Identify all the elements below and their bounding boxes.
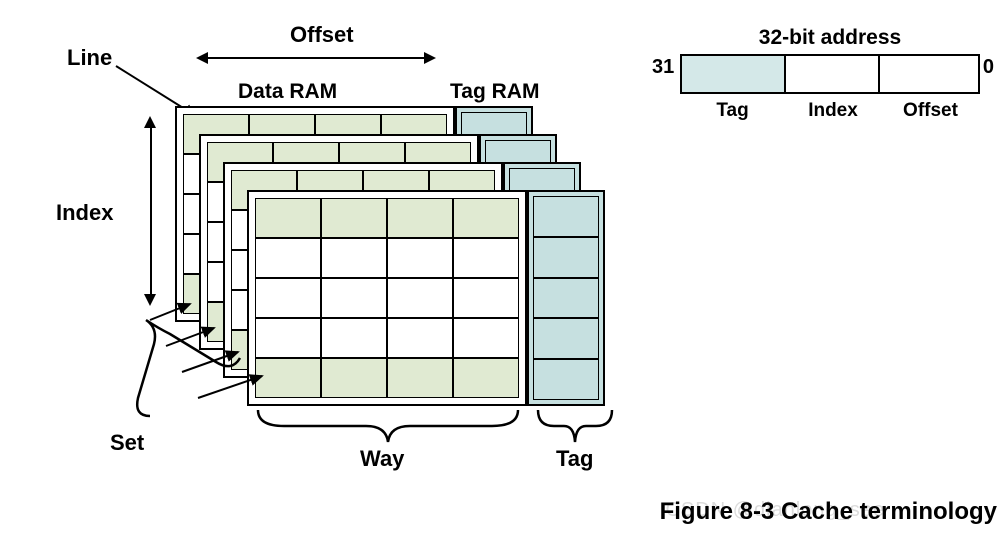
address-lsb: 0: [983, 56, 994, 79]
tag-brace: [530, 404, 620, 450]
offset-arrow-line: [206, 57, 426, 59]
tag-label: Tag: [556, 446, 593, 472]
offset-arrow-head-right: [424, 52, 436, 64]
index-arrow-head-up: [144, 116, 156, 128]
way-brace: [248, 404, 528, 450]
address-label-tag: Tag: [680, 100, 785, 122]
address-fields-row: [680, 54, 980, 94]
address-field-offset: [880, 56, 978, 92]
address-label-index: Index: [785, 100, 881, 122]
index-label: Index: [56, 200, 113, 226]
data-ram-label: Data RAM: [238, 80, 337, 104]
figure-caption: Figure 8-3 Cache terminology: [660, 498, 997, 526]
address-field-index: [786, 56, 881, 92]
address-diagram: 31 0 32-bit address Tag Index Offset: [680, 26, 980, 122]
set-label: Set: [110, 430, 144, 456]
line-label: Line: [67, 45, 112, 71]
offset-label: Offset: [290, 22, 354, 48]
address-field-tag: [682, 56, 786, 92]
address-field-labels: Tag Index Offset: [680, 100, 980, 122]
way-label: Way: [360, 446, 404, 472]
address-label-offset: Offset: [881, 100, 980, 122]
address-msb: 31: [652, 56, 674, 79]
address-title: 32-bit address: [680, 26, 980, 50]
tag-block-3: [527, 190, 605, 406]
tag-ram-label: Tag RAM: [450, 80, 539, 104]
index-arrow-line: [150, 126, 152, 296]
